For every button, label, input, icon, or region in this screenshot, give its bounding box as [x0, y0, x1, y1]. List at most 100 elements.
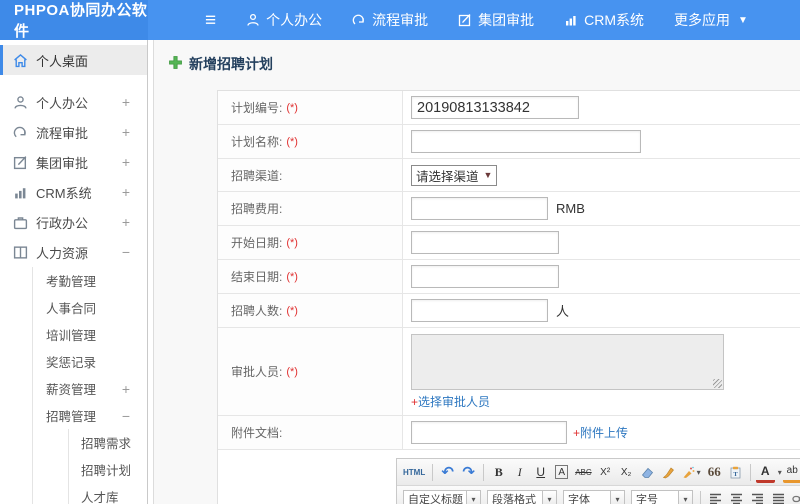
form-row-end-date: 结束日期: (*)	[218, 260, 800, 294]
italic-button[interactable]: I	[510, 462, 529, 483]
form-row-approver: 审批人员: (*) +选择审批人员	[218, 328, 800, 416]
format-painter-icon[interactable]	[659, 462, 678, 483]
form-row-plan-name: 计划名称: (*)	[218, 125, 800, 159]
nav-workflow-approval[interactable]: 流程审批	[352, 10, 428, 30]
highlight-color-button[interactable]: ab	[782, 462, 800, 483]
hr-sub-menu: 考勤管理 人事合同 培训管理 奖惩记录 薪资管理 + 招聘管理 − 招聘需求 招…	[32, 267, 147, 504]
start-date-input[interactable]	[411, 231, 559, 254]
edit-icon	[13, 155, 28, 170]
eraser-icon[interactable]	[638, 462, 657, 483]
channel-select[interactable]: 请选择渠道 ▼	[411, 164, 498, 186]
strikethrough-button[interactable]: ABC	[573, 462, 593, 483]
editor-toolbar-row1: HTML ↶ ↷ B I U A ABC X² X₂ ▾ 66 T A ▾ ab	[397, 459, 800, 486]
approver-textarea[interactable]	[411, 334, 724, 390]
form-row-headcount: 招聘人数: (*) 人	[218, 294, 800, 328]
required-marker: (*)	[286, 270, 298, 283]
align-right-icon[interactable]	[748, 489, 767, 504]
required-marker: (*)	[286, 135, 298, 148]
book-icon	[13, 245, 28, 260]
sidebar-item-rewards[interactable]: 奖惩记录	[33, 348, 147, 375]
sidebar-item-workflow-approval[interactable]: 流程审批 +	[0, 117, 147, 147]
plan-name-input[interactable]	[411, 130, 641, 153]
attachment-upload-link[interactable]: +附件上传	[573, 424, 628, 441]
sidebar-item-hr-contract[interactable]: 人事合同	[33, 294, 147, 321]
align-center-icon[interactable]	[727, 489, 746, 504]
collapse-toggle-icon[interactable]: −	[122, 408, 130, 424]
expand-toggle-icon[interactable]: +	[122, 94, 130, 110]
char-border-button[interactable]: A	[555, 465, 569, 479]
sidebar-item-hr[interactable]: 人力资源 −	[0, 237, 147, 267]
sidebar-item-attendance[interactable]: 考勤管理	[33, 267, 147, 294]
main-content: 新增招聘计划 计划编号: (*) 计划名称: (*)	[154, 40, 800, 504]
custom-heading-dropdown[interactable]: 自定义标题 ▾	[403, 489, 481, 504]
sidebar-item-talent-pool[interactable]: 人才库	[69, 483, 147, 504]
font-color-button[interactable]: A	[755, 462, 775, 483]
undo-icon[interactable]: ↶	[438, 462, 457, 483]
user-icon	[13, 95, 28, 110]
sidebar-item-training[interactable]: 培训管理	[33, 321, 147, 348]
expand-toggle-icon[interactable]: +	[122, 381, 130, 397]
fee-input[interactable]	[411, 197, 548, 220]
end-date-input[interactable]	[411, 265, 559, 288]
sidebar-item-personal-office[interactable]: 个人办公 +	[0, 87, 147, 117]
sidebar-item-crm[interactable]: CRM系统 +	[0, 177, 147, 207]
plan-no-input[interactable]	[411, 96, 579, 119]
caret-down-icon: ▾	[679, 489, 693, 504]
attachment-input[interactable]	[411, 421, 567, 444]
field-label: 附件文档:	[231, 426, 283, 440]
choose-approver-link[interactable]: +选择审批人员	[411, 393, 490, 410]
justify-icon[interactable]	[769, 489, 788, 504]
form-row-editor: HTML ↶ ↷ B I U A ABC X² X₂ ▾ 66 T A ▾ ab…	[218, 450, 800, 504]
plus-prefix: +	[573, 426, 581, 440]
home-icon	[13, 53, 28, 68]
link-icon[interactable]	[790, 489, 800, 504]
nav-group-approval[interactable]: 集团审批	[458, 10, 534, 30]
resize-handle[interactable]	[713, 379, 722, 388]
redo-icon[interactable]: ↷	[459, 462, 478, 483]
superscript-button[interactable]: X²	[596, 462, 615, 483]
field-label: 招聘人数:	[231, 304, 283, 318]
field-label: 结束日期:	[231, 270, 283, 284]
nav-crm-system[interactable]: CRM系统	[564, 10, 644, 30]
recruitment-sub-menu: 招聘需求 招聘计划 人才库	[68, 429, 147, 504]
caret-down-icon[interactable]: ▾	[778, 468, 782, 477]
paragraph-format-dropdown[interactable]: 段落格式 ▾	[487, 489, 557, 504]
magic-brush-icon[interactable]: ▾	[680, 462, 703, 483]
nav-personal-office[interactable]: 个人办公	[246, 10, 322, 30]
menu-toggle-icon[interactable]: ≡	[205, 11, 216, 30]
expand-toggle-icon[interactable]: +	[122, 124, 130, 140]
underline-button[interactable]: U	[531, 462, 550, 483]
sidebar-item-admin-office[interactable]: 行政办公 +	[0, 207, 147, 237]
align-left-icon[interactable]	[706, 489, 725, 504]
paste-text-icon[interactable]: T	[726, 462, 745, 483]
headcount-input[interactable]	[411, 299, 548, 322]
page-title: 新增招聘计划	[154, 40, 800, 74]
bold-button[interactable]: B	[489, 462, 508, 483]
form-row-channel: 招聘渠道: 请选择渠道 ▼	[218, 159, 800, 192]
blockquote-button[interactable]: 66	[705, 462, 724, 483]
sidebar-item-recruitment[interactable]: 招聘管理 −	[33, 402, 147, 429]
sidebar-item-desktop[interactable]: 个人桌面	[0, 45, 147, 75]
required-marker: (*)	[286, 101, 298, 114]
expand-toggle-icon[interactable]: +	[122, 214, 130, 230]
html-source-button[interactable]: HTML	[401, 462, 427, 483]
field-label: 招聘费用:	[231, 202, 283, 216]
font-size-dropdown[interactable]: 字号 ▾	[631, 489, 693, 504]
sidebar-item-recruit-demand[interactable]: 招聘需求	[69, 429, 147, 456]
expand-toggle-icon[interactable]: +	[122, 154, 130, 170]
sidebar-item-recruit-plan[interactable]: 招聘计划	[69, 456, 147, 483]
caret-down-icon: ▾	[467, 489, 481, 504]
nav-more-apps[interactable]: 更多应用 ▼	[674, 10, 748, 30]
headcount-unit-label: 人	[556, 304, 570, 319]
sidebar-item-group-approval[interactable]: 集团审批 +	[0, 147, 147, 177]
font-family-dropdown[interactable]: 字体 ▾	[563, 489, 625, 504]
collapse-toggle-icon[interactable]: −	[122, 244, 130, 260]
subscript-button[interactable]: X₂	[617, 462, 636, 483]
required-marker: (*)	[286, 236, 298, 249]
sidebar-item-salary[interactable]: 薪资管理 +	[33, 375, 147, 402]
svg-text:T: T	[733, 471, 738, 478]
bar-chart-icon	[564, 13, 578, 27]
caret-down-icon: ▼	[737, 14, 748, 26]
expand-toggle-icon[interactable]: +	[122, 184, 130, 200]
field-label: 计划名称:	[231, 135, 283, 149]
